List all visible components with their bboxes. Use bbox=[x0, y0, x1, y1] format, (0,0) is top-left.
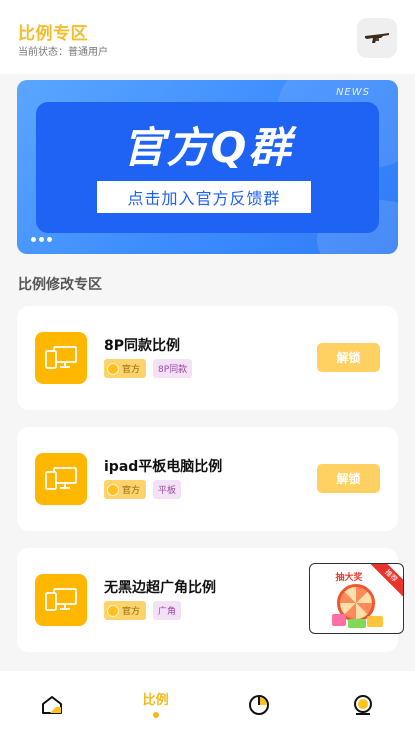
tab-ratio-label: 比例 bbox=[142, 693, 169, 708]
promo-title: 抽大奖 bbox=[335, 573, 363, 583]
unlock-button[interactable]: 解锁 bbox=[317, 343, 380, 372]
official-tag: 官方 bbox=[104, 601, 147, 620]
tab-ratio[interactable]: 比例 bbox=[104, 671, 208, 738]
page-title: 比例专区 bbox=[18, 24, 88, 44]
ratio-card[interactable]: ipad平板电脑比例 官方 平板 解锁 bbox=[17, 427, 398, 531]
home-icon bbox=[41, 695, 62, 714]
lucky-draw-promo[interactable]: 抽大奖 推荐 bbox=[309, 563, 404, 634]
carousel-dot bbox=[47, 237, 52, 242]
user-status: 当前状态：普通用户 bbox=[18, 47, 108, 58]
tag-row: 官方 8P同款 bbox=[104, 359, 193, 378]
official-tag: 官方 bbox=[104, 359, 147, 378]
ratio-card[interactable]: 8P同款比例 官方 8P同款 解锁 bbox=[17, 306, 398, 410]
rifle-icon bbox=[365, 33, 389, 43]
join-group-button[interactable]: 点击加入官方反馈群 bbox=[97, 181, 311, 213]
type-tag: 8P同款 bbox=[153, 359, 193, 378]
tab-stats[interactable] bbox=[208, 671, 312, 738]
devices-icon bbox=[35, 453, 87, 505]
banner-headline: 官方Q群 bbox=[122, 123, 293, 172]
gift-icon bbox=[367, 616, 383, 627]
coin-icon bbox=[107, 483, 119, 496]
rifle-button[interactable] bbox=[357, 18, 397, 58]
tag-row: 官方 广角 bbox=[104, 601, 182, 620]
carousel-dot bbox=[39, 237, 44, 242]
pie-chart-icon bbox=[249, 694, 270, 715]
banner-card: 官方Q群 点击加入官方反馈群 bbox=[36, 102, 379, 233]
official-tag-label: 官方 bbox=[122, 486, 141, 496]
official-tag: 官方 bbox=[104, 480, 147, 499]
devices-icon bbox=[35, 332, 87, 384]
tab-home[interactable] bbox=[0, 671, 104, 738]
carousel-dot bbox=[31, 237, 36, 242]
official-tag-label: 官方 bbox=[122, 365, 141, 375]
gift-icon bbox=[348, 619, 366, 628]
coin-icon bbox=[107, 604, 119, 617]
section-title: 比例修改专区 bbox=[18, 277, 102, 293]
ratio-name: 8P同款比例 bbox=[104, 338, 181, 354]
type-tag: 广角 bbox=[153, 601, 182, 620]
bottom-tab-bar: 比例 bbox=[0, 671, 415, 738]
official-tag-label: 官方 bbox=[122, 607, 141, 617]
coin-icon bbox=[107, 362, 119, 375]
profile-icon bbox=[354, 694, 373, 715]
ratio-name: ipad平板电脑比例 bbox=[104, 459, 223, 475]
ratio-name: 无黑边超广角比例 bbox=[104, 580, 216, 596]
news-label: NEWS bbox=[335, 87, 370, 98]
qq-group-banner[interactable]: NEWS 官方Q群 点击加入官方反馈群 bbox=[17, 80, 398, 254]
tab-profile[interactable] bbox=[311, 671, 415, 738]
unlock-button[interactable]: 解锁 bbox=[317, 464, 380, 493]
gift-icon bbox=[332, 614, 346, 626]
tag-row: 官方 平板 bbox=[104, 480, 182, 499]
carousel-indicator bbox=[31, 237, 52, 242]
devices-icon bbox=[35, 574, 87, 626]
app-header: 比例专区 当前状态：普通用户 bbox=[0, 0, 415, 74]
active-indicator bbox=[152, 712, 159, 718]
type-tag: 平板 bbox=[153, 480, 182, 499]
